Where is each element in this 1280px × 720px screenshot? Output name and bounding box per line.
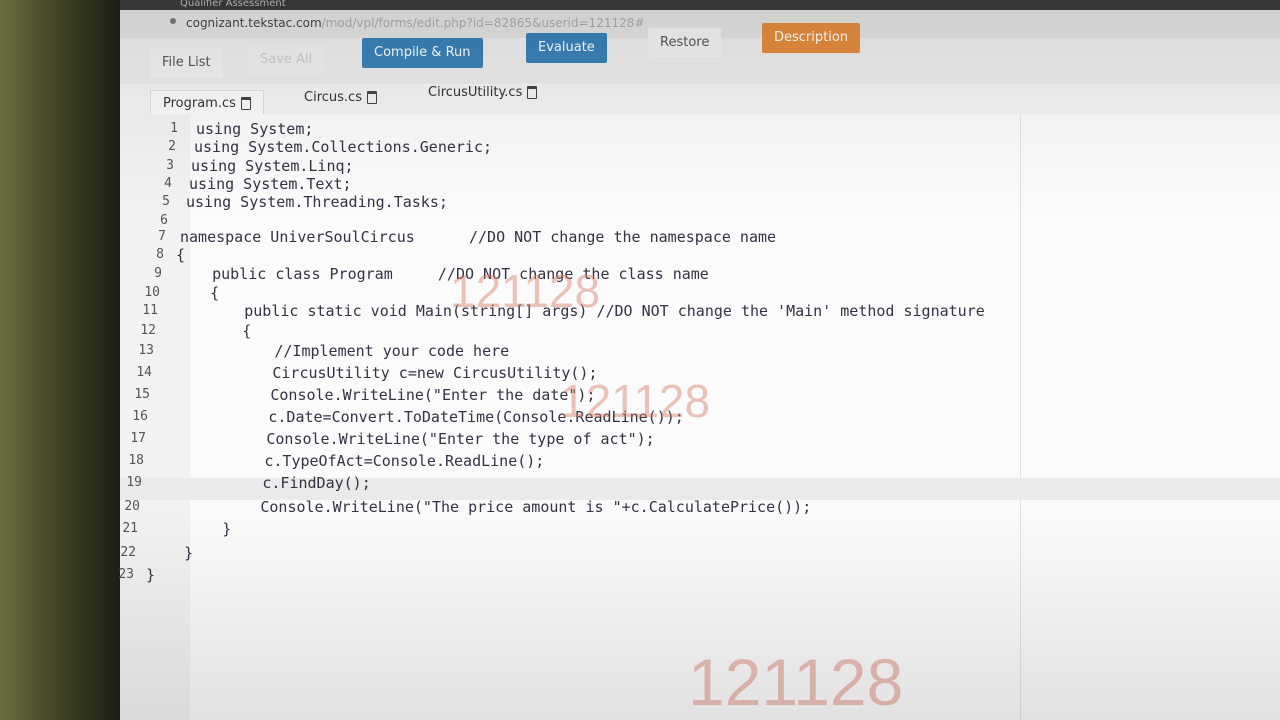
save-all-button[interactable]: Save All (248, 45, 325, 75)
lock-icon (527, 86, 538, 99)
tab-circus-cs[interactable]: Circus.cs (292, 85, 389, 111)
tab-program-cs[interactable]: Program.cs (150, 90, 264, 117)
url-path: /mod/vpl/forms/edit.php?id=82865&userid=… (321, 16, 645, 30)
tab-label: Circus.cs (304, 90, 362, 105)
file-list-button[interactable]: File List (150, 48, 223, 78)
tab-label: Program.cs (163, 96, 236, 111)
code-text: } (150, 520, 232, 538)
line-number: 11 (142, 303, 158, 318)
code-line[interactable]: 11 public static void Main(string[] args… (120, 300, 1220, 322)
lock-icon (366, 91, 377, 104)
tab-label: CircusUtility.cs (428, 85, 523, 100)
watermark: 121128 (688, 645, 904, 719)
file-tabs: Program.cs Circus.cs CircusUtility.cs (120, 84, 1280, 117)
line-number: 19 (126, 475, 142, 490)
browser-titlebar: Qualifier Assessment (120, 0, 1280, 10)
code-line[interactable]: 18 c.TypeOfAct=Console.ReadLine(); (120, 450, 1220, 472)
code-text: } (148, 544, 194, 562)
code-text: Console.WriteLine("The price amount is "… (152, 498, 812, 516)
line-number: 16 (132, 409, 148, 424)
evaluate-button[interactable]: Evaluate (526, 33, 607, 63)
watermark: 121128 (450, 265, 601, 317)
code-line[interactable]: 12 { (120, 320, 1220, 342)
url-host: cognizant.tekstac.com (186, 16, 322, 30)
site-info-icon[interactable] (170, 18, 176, 24)
line-number: 13 (138, 343, 154, 358)
browser-tab-title[interactable]: Qualifier Assessment (180, 0, 286, 9)
code-text: c.FindDay(); (154, 474, 371, 492)
screen: Qualifier Assessment cognizant.tekstac.c… (0, 0, 1280, 720)
code-text: Console.WriteLine("Enter the date"); (162, 386, 596, 404)
line-number: 23 (118, 567, 134, 582)
line-number: 17 (130, 431, 146, 446)
monitor-bezel (0, 0, 120, 720)
code-text: c.TypeOfAct=Console.ReadLine(); (156, 452, 545, 470)
code-line[interactable]: 23} (118, 564, 1220, 586)
code-text: { (170, 322, 252, 340)
line-number: 18 (128, 453, 144, 468)
line-number: 22 (120, 545, 136, 560)
url-text[interactable]: cognizant.tekstac.com/mod/vpl/forms/edit… (186, 16, 644, 30)
lock-icon (240, 97, 251, 110)
description-button[interactable]: Description (762, 23, 861, 53)
code-line-active[interactable]: 20 Console.WriteLine("The price amount i… (120, 496, 1220, 518)
code-line[interactable]: 19 c.FindDay(); (120, 472, 1220, 494)
line-number: 14 (136, 365, 152, 380)
code-text: } (146, 566, 156, 584)
line-number: 12 (140, 323, 156, 338)
line-number: 15 (134, 387, 150, 402)
vpl-editor-app: File List Save All Compile & Run Evaluat… (118, 23, 1280, 720)
editor-toolbar: File List Save All Compile & Run Evaluat… (120, 23, 1280, 85)
compile-run-button[interactable]: Compile & Run (362, 38, 483, 68)
code-line[interactable]: 22 } (120, 542, 1220, 564)
line-number: 21 (122, 521, 138, 536)
code-line[interactable]: 13 //Implement your code here (120, 340, 1220, 362)
code-text: //Implement your code here (166, 342, 510, 360)
watermark: 121128 (560, 375, 711, 427)
code-text: Console.WriteLine("Enter the type of act… (158, 430, 655, 448)
line-number: 20 (124, 499, 140, 514)
code-editor[interactable]: 1 using System; 2 using System.Collections… (118, 114, 1280, 720)
restore-button[interactable]: Restore (648, 28, 722, 58)
tab-circusutility-cs[interactable]: CircusUtility.cs (416, 80, 549, 106)
code-text: CircusUtility c=new CircusUtility(); (164, 364, 598, 382)
code-line[interactable]: 21 } (120, 518, 1220, 540)
code-line[interactable]: 17 Console.WriteLine("Enter the type of … (120, 428, 1220, 450)
